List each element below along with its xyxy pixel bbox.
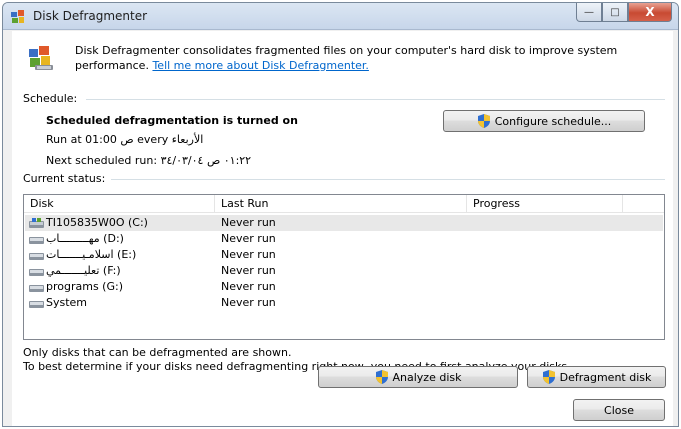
last-run-value: Never run — [221, 232, 276, 245]
uac-shield-icon — [477, 114, 490, 128]
configure-schedule-label: Configure schedule... — [494, 114, 612, 128]
configure-schedule-button[interactable]: Configure schedule... — [443, 110, 645, 132]
uac-shield-icon — [542, 370, 555, 384]
close-label: Close — [604, 403, 634, 417]
schedule-run-time: Run at 01:00 ص every الأربعاء — [46, 133, 204, 146]
defragment-disk-button[interactable]: Defragment disk — [527, 366, 666, 388]
next-scheduled-run: Next scheduled run: ٠١:٢٢ ص ٣٤/٠٣/٠٤ — [46, 154, 252, 167]
tell-me-more-link[interactable]: Tell me more about Disk Defragmenter. — [152, 59, 368, 72]
disk-defragmenter-window: Disk Defragmenter — □ X Disk Defragmente… — [2, 2, 679, 427]
close-window-button[interactable]: X — [628, 3, 672, 22]
close-button[interactable]: Close — [573, 399, 665, 421]
drive-icon — [29, 301, 44, 308]
disk-name: اسلامـيـــــــات (E:) — [46, 248, 137, 261]
current-status-label: Current status: — [23, 172, 106, 185]
schedule-label: Schedule: — [23, 92, 78, 105]
drive-icon — [29, 237, 44, 244]
minimize-button[interactable]: — — [576, 3, 602, 22]
defragmenter-app-icon — [11, 10, 24, 23]
disk-name: programs (G:) — [46, 280, 123, 293]
drive-icon — [29, 253, 44, 260]
caption-buttons: — □ X — [576, 3, 672, 23]
column-last-run[interactable]: Last Run — [215, 197, 269, 212]
disk-row-system[interactable]: System Never run — [25, 295, 663, 311]
maximize-button[interactable]: □ — [602, 3, 628, 22]
disk-row-d[interactable]: مهـــــــــاب (D:) Never run — [25, 231, 663, 247]
intro-text: Disk Defragmenter consolidates fragmente… — [75, 43, 645, 73]
last-run-value: Never run — [221, 296, 276, 309]
system-drive-icon — [29, 218, 44, 228]
maximize-icon: □ — [610, 6, 620, 18]
disk-name: TI105835W0O (C:) — [46, 216, 148, 229]
schedule-status: Scheduled defragmentation is turned on — [46, 114, 298, 127]
last-run-value: Never run — [221, 280, 276, 293]
schedule-separator — [86, 99, 665, 100]
close-icon: X — [645, 5, 655, 19]
title-bar[interactable]: Disk Defragmenter — □ X — [3, 3, 678, 30]
disk-row-g[interactable]: programs (G:) Never run — [25, 279, 663, 295]
disk-name: تعليـــــــمي (F:) — [46, 264, 121, 277]
defragment-disk-label: Defragment disk — [559, 370, 652, 384]
analyze-disk-label: Analyze disk — [392, 370, 462, 384]
minimize-icon: — — [584, 6, 594, 18]
defragmentable-note: Only disks that can be defragmented are … — [23, 346, 292, 359]
disk-list-header: Disk Last Run Progress — [24, 195, 664, 213]
uac-shield-icon — [375, 370, 388, 384]
column-progress[interactable]: Progress — [467, 197, 520, 212]
disk-row-c[interactable]: TI105835W0O (C:) Never run — [25, 215, 663, 231]
dialog-content: Disk Defragmenter consolidates fragmente… — [12, 31, 673, 426]
last-run-value: Never run — [221, 216, 276, 229]
column-disk[interactable]: Disk — [24, 197, 54, 212]
defragmenter-large-icon — [29, 46, 53, 70]
drive-icon — [29, 269, 44, 276]
window-title: Disk Defragmenter — [33, 9, 148, 23]
disk-row-f[interactable]: تعليـــــــمي (F:) Never run — [25, 263, 663, 279]
drive-icon — [29, 285, 44, 292]
last-run-value: Never run — [221, 248, 276, 261]
disk-row-e[interactable]: اسلامـيـــــــات (E:) Never run — [25, 247, 663, 263]
status-separator — [111, 179, 665, 180]
analyze-disk-button[interactable]: Analyze disk — [318, 366, 518, 388]
disk-list[interactable]: Disk Last Run Progress TI105835W0O (C:) … — [23, 194, 665, 340]
disk-name: مهـــــــــاب (D:) — [46, 232, 124, 245]
last-run-value: Never run — [221, 264, 276, 277]
column-divider[interactable] — [622, 195, 623, 213]
disk-name: System — [46, 296, 88, 309]
